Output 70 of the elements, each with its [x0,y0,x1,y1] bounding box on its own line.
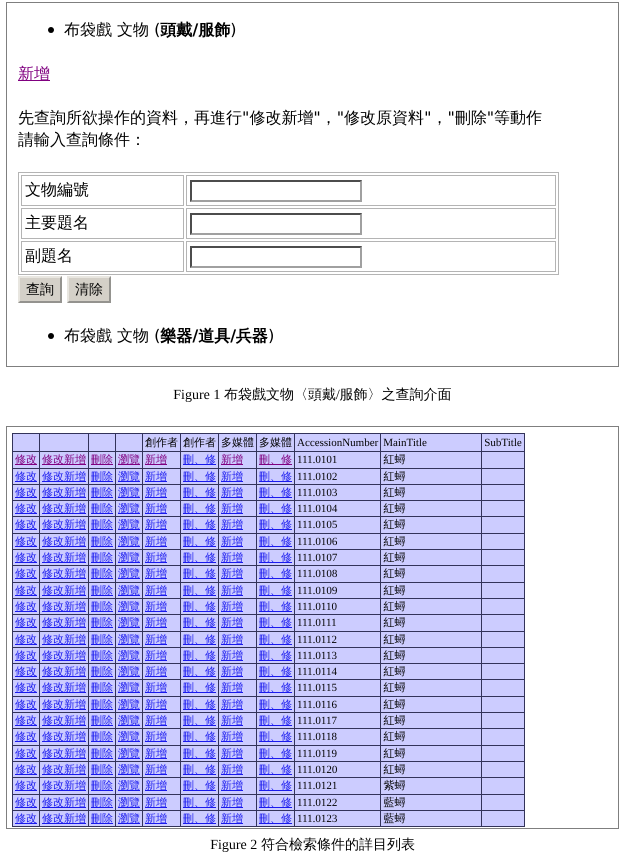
table-cell: 紅蟳 [380,582,482,598]
table-cell: 紅蟳 [380,761,482,778]
table-cell: 111.0121 [294,778,381,794]
table-cell: 紅蟳 [380,500,482,517]
table-cell: 紅蟳 [380,696,482,713]
table-cell: 紅蟳 [380,468,482,484]
table-cell: 紅蟳 [380,452,482,468]
section-heading: 布袋戲 文物 (樂器/道具/兵器) [64,326,274,346]
field-label: 副題名 [21,241,184,272]
table-cell: 紅蟳 [380,647,482,664]
input-field[interactable] [190,246,362,268]
search-button[interactable]: 查詢 [18,276,62,303]
table-cell: 紫蟳 [380,778,482,794]
column-header: 創作者 [180,434,218,452]
table-cell: 111.0110 [294,598,381,615]
table-cell: 111.0106 [294,533,381,550]
input-field[interactable] [190,180,362,202]
instruction-text: 請輸入查詢條件： [18,129,147,151]
table-cell: 111.0122 [294,794,381,810]
table-cell: 紅蟳 [380,533,482,550]
column-header: 多媒體 [256,434,294,452]
table-cell: 紅蟳 [380,516,482,534]
section-heading: 布袋戲 文物 (頭戴/服飾) [64,20,237,40]
table-cell: 紅蟳 [380,550,482,566]
table-cell: 111.0116 [294,696,381,713]
bullet-icon [48,333,54,339]
table-cell: 111.0108 [294,566,381,582]
table-cell: 111.0120 [294,761,381,778]
table-cell: 111.0102 [294,468,381,484]
input-field[interactable] [190,212,362,234]
table-cell: 111.0123 [294,810,381,827]
table-cell: 111.0109 [294,582,381,598]
clear-button[interactable]: 清除 [67,276,111,303]
table-cell: 111.0101 [294,452,381,468]
table-cell: 111.0112 [294,631,381,648]
column-header: MainTitle [380,434,482,452]
instruction-text: 先查詢所欲操作的資料，再進行"修改新增"，"修改原資料"，"刪除"等動作 [18,107,544,129]
table-cell: 紅蟳 [380,566,482,582]
table-cell: 111.0118 [294,728,381,746]
table-cell: 111.0111 [294,614,381,632]
table-cell: 111.0104 [294,500,381,517]
table-cell: 111.0113 [294,647,381,664]
add-link[interactable]: 新增 [18,64,50,83]
column-header: AccessionNumber [294,434,381,452]
field-label: 文物編號 [21,175,184,206]
table-cell: 111.0115 [294,680,381,696]
table-cell: 111.0107 [294,550,381,566]
table-cell: 111.0117 [294,712,381,729]
table-cell: 111.0119 [294,745,381,762]
table-cell: 紅蟳 [380,728,482,746]
table-cell: 紅蟳 [380,631,482,648]
table-cell: 紅蟳 [380,745,482,762]
field-label: 主要題名 [21,208,184,239]
table-cell: 藍蟳 [380,810,482,827]
table-cell: 紅蟳 [380,598,482,615]
table-cell: 藍蟳 [380,794,482,810]
column-header: SubTitle [482,434,524,452]
table-cell: 紅蟳 [380,614,482,632]
column-header: 創作者 [142,434,180,452]
table-cell: 紅蟳 [380,712,482,729]
table-cell: 111.0105 [294,516,381,534]
table-cell: 紅蟳 [380,680,482,696]
column-header: 多媒體 [218,434,256,452]
figure-caption: Figure 2 符合檢索條件的詳目列表 [209,838,416,854]
figure-caption: Figure 1 布袋戲文物〈頭戴/服飾〉之查詢介面 [172,388,453,404]
table-cell: 111.0103 [294,484,381,501]
table-cell: 111.0114 [294,664,381,680]
bullet-icon [48,27,54,33]
table-cell: 紅蟳 [380,664,482,680]
table-cell: 紅蟳 [380,484,482,501]
